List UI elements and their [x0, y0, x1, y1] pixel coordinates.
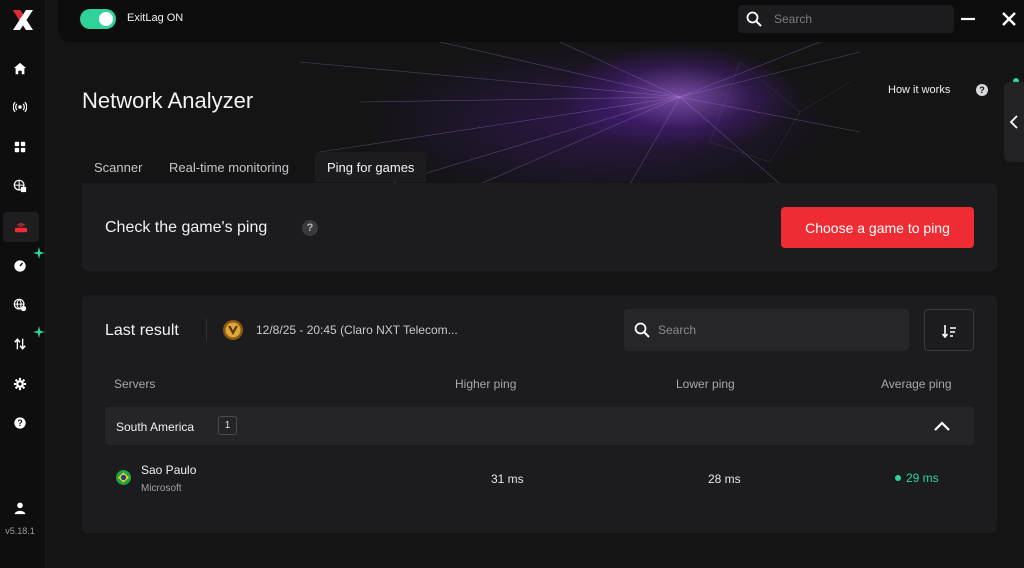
choose-game-button[interactable]: Choose a game to ping — [781, 207, 974, 248]
nav-account[interactable] — [0, 493, 40, 523]
nav-broadcast[interactable] — [0, 92, 40, 122]
ping-card: Check the game's ping ? Choose a game to… — [82, 183, 997, 271]
toggle-knob — [99, 12, 113, 26]
user-icon — [14, 502, 26, 515]
game-badge-icon — [223, 320, 243, 340]
nav-world[interactable] — [0, 290, 40, 320]
logo-icon[interactable] — [11, 8, 35, 32]
toggle-label: ExitLag ON — [127, 12, 184, 24]
chevron-up-icon[interactable] — [933, 419, 951, 433]
divider — [206, 319, 207, 341]
lower-ping-value: 28 ms — [708, 472, 741, 486]
broadcast-icon — [13, 101, 27, 113]
ping-card-title: Check the game's ping — [105, 219, 268, 236]
close-icon[interactable] — [999, 9, 1019, 29]
settings-icon — [13, 377, 27, 391]
exitlag-toggle[interactable] — [80, 9, 116, 29]
sort-button[interactable] — [924, 309, 974, 351]
grid-icon — [14, 141, 26, 153]
nav-grid[interactable] — [0, 132, 40, 162]
nav-home[interactable] — [0, 54, 40, 84]
sparkle-icon — [33, 247, 45, 259]
app-version: v5.18.1 — [5, 526, 35, 536]
tab-realtime-monitoring[interactable]: Real-time monitoring — [157, 152, 301, 182]
top-search-input[interactable] — [774, 9, 944, 29]
region-row-south-america[interactable]: South America 1 — [105, 407, 974, 445]
sparkle-icon — [33, 326, 45, 338]
nav-settings[interactable] — [0, 369, 40, 399]
how-it-works-link[interactable]: How it works — [888, 84, 950, 96]
last-result-title: Last result — [105, 322, 179, 339]
top-bar: ExitLag ON — [58, 0, 1024, 42]
nav-network-analyzer[interactable] — [3, 212, 39, 242]
nav-help[interactable]: ? — [0, 408, 40, 438]
results-search-box[interactable] — [624, 309, 909, 351]
average-ping-value: 29 ms — [906, 471, 939, 485]
server-provider: Microsoft — [141, 483, 182, 494]
result-meta: 12/8/25 - 20:45 (Claro NXT Telecom... — [256, 323, 458, 337]
chevron-left-icon — [1009, 115, 1018, 129]
tab-scanner[interactable]: Scanner — [82, 152, 154, 182]
speed-icon — [14, 260, 26, 272]
page-title: Network Analyzer — [82, 88, 254, 113]
region-name: South America — [116, 420, 195, 434]
question-icon[interactable]: ? — [302, 220, 318, 236]
column-header-lower-ping[interactable]: Lower ping — [676, 377, 735, 391]
column-header-higher-ping[interactable]: Higher ping — [455, 377, 516, 391]
results-card: Last result 12/8/25 - 20:45 (Claro NXT T… — [82, 295, 997, 533]
search-icon — [746, 11, 762, 27]
home-icon — [13, 62, 27, 75]
side-panel-toggle[interactable] — [1004, 82, 1024, 162]
column-header-servers[interactable]: Servers — [114, 377, 155, 391]
svg-text:?: ? — [17, 418, 22, 428]
status-dot — [895, 474, 901, 481]
server-name: Sao Paulo — [141, 463, 197, 477]
column-header-average-ping[interactable]: Average ping — [881, 377, 952, 391]
brazil-flag-icon — [116, 470, 131, 485]
world-lock-icon — [13, 298, 27, 312]
results-search-input[interactable] — [658, 320, 898, 340]
top-search-box[interactable] — [738, 5, 954, 33]
globe-network-icon — [13, 179, 27, 193]
tab-ping-for-games[interactable]: Ping for games — [315, 152, 427, 182]
router-icon — [14, 223, 28, 233]
higher-ping-value: 31 ms — [491, 472, 524, 486]
transfer-icon — [14, 338, 26, 350]
sort-icon — [941, 325, 956, 339]
sidebar: ? v5.18.1 — [0, 0, 46, 568]
region-count-badge: 1 — [218, 416, 237, 435]
average-ping: 29 ms — [895, 471, 939, 485]
help-icon: ? — [14, 417, 26, 429]
help-circle-icon[interactable]: ? — [976, 84, 988, 96]
minimize-icon[interactable] — [958, 9, 978, 29]
search-icon — [634, 322, 650, 338]
nav-network[interactable] — [0, 171, 40, 201]
